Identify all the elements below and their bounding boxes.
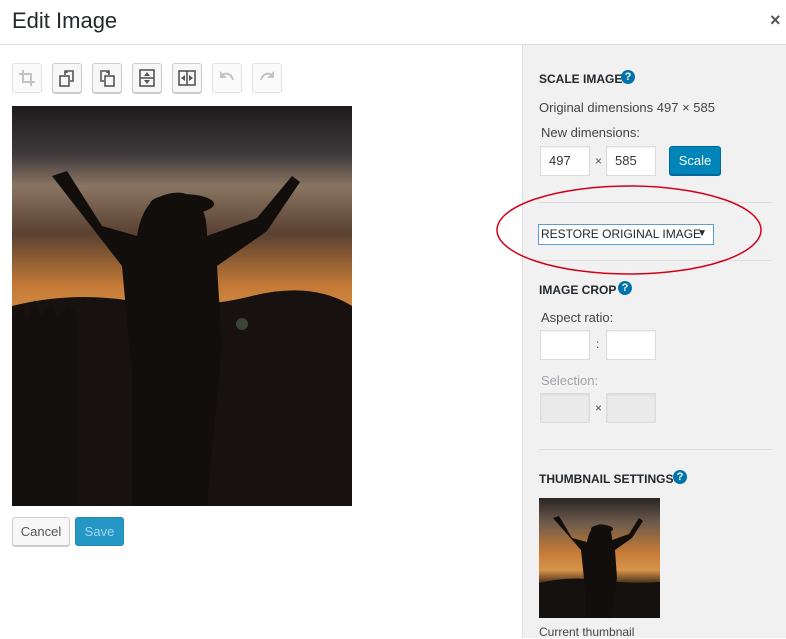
crop-button[interactable] [12,63,42,93]
cancel-button[interactable]: Cancel [12,517,70,546]
selection-width-input[interactable] [540,393,590,423]
current-thumbnail-image [539,498,660,618]
aspect-height-input[interactable] [606,330,656,360]
sunset-silhouette-image [12,106,352,506]
redo-icon [260,71,274,81]
modal-header: Edit Image × [0,0,786,45]
selection-label: Selection: [541,373,599,388]
original-dimensions: Original dimensions 497 × 585 [539,100,715,115]
image-crop-title: Image Crop [539,283,617,297]
selection-height-input[interactable] [606,393,656,423]
aspect-ratio-label: Aspect ratio: [541,310,614,325]
crop-help-icon[interactable]: ? [618,281,632,295]
scale-button[interactable]: Scale [669,146,721,175]
save-button[interactable]: Save [75,517,124,546]
thumbnail-settings-title: Thumbnail Settings [539,472,674,486]
flip-horizontal-icon [178,70,196,86]
rotate-right-icon [100,70,115,87]
annotation-ellipse [496,185,762,275]
thumbnail-help-icon[interactable]: ? [673,470,687,484]
rotate-left-icon [59,70,74,87]
scale-height-input[interactable]: 585 [606,146,656,176]
new-dimensions-label: New dimensions: [541,125,640,140]
selection-separator: × [595,401,603,415]
rotate-left-button[interactable] [52,63,82,93]
scale-image-title: Scale Image [539,72,623,86]
divider [539,449,772,450]
close-icon[interactable]: × [770,10,781,31]
scale-separator: × [595,154,603,168]
modal-title: Edit Image [12,8,118,33]
flip-vertical-icon [139,69,155,87]
rotate-right-button[interactable] [92,63,122,93]
aspect-width-input[interactable] [540,330,590,360]
image-settings-sidebar: Scale Image ? Original dimensions 497 × … [522,45,786,639]
scale-help-icon[interactable]: ? [621,70,635,84]
flip-vertical-button[interactable] [132,63,162,93]
undo-icon [220,71,234,81]
scale-width-input[interactable]: 497 [540,146,590,176]
undo-button[interactable] [212,63,242,93]
current-thumbnail-caption: Current thumbnail [539,625,635,639]
aspect-separator: : [596,337,600,351]
thumbnail-silhouette-image [539,498,660,618]
crop-icon [19,70,35,86]
image-preview[interactable] [12,106,352,506]
redo-button[interactable] [252,63,282,93]
flip-horizontal-button[interactable] [172,63,202,93]
